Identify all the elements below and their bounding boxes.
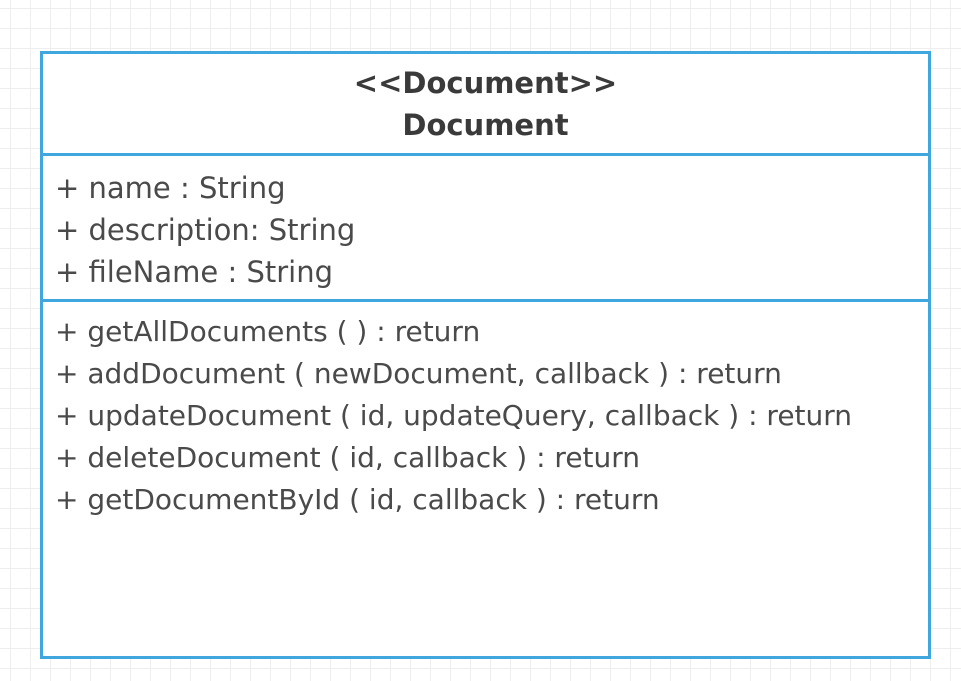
class-name: Document bbox=[402, 107, 569, 142]
attribute-name: + name : String bbox=[55, 171, 286, 205]
method-add-document: + addDocument ( newDocument, callback ) … bbox=[55, 357, 782, 390]
attribute-description: + description: String bbox=[55, 213, 356, 247]
class-stereotype: <<Document>> bbox=[353, 65, 618, 100]
method-delete-document: + deleteDocument ( id, callback ) : retu… bbox=[55, 441, 641, 474]
method-update-document: + updateDocument ( id, updateQuery, call… bbox=[55, 399, 853, 432]
attribute-filename: + fileName : String bbox=[55, 255, 333, 289]
class-header: <<Document>> Document bbox=[43, 54, 928, 156]
method-get-document-by-id: + getDocumentById ( id, callback ) : ret… bbox=[55, 483, 660, 516]
attributes-compartment: + name : String + description: String + … bbox=[43, 156, 928, 302]
methods-compartment: + getAllDocuments ( ) : return + addDocu… bbox=[43, 302, 928, 656]
uml-class-box[interactable]: <<Document>> Document + name : String + … bbox=[40, 51, 931, 659]
method-get-all-documents: + getAllDocuments ( ) : return bbox=[55, 315, 481, 348]
